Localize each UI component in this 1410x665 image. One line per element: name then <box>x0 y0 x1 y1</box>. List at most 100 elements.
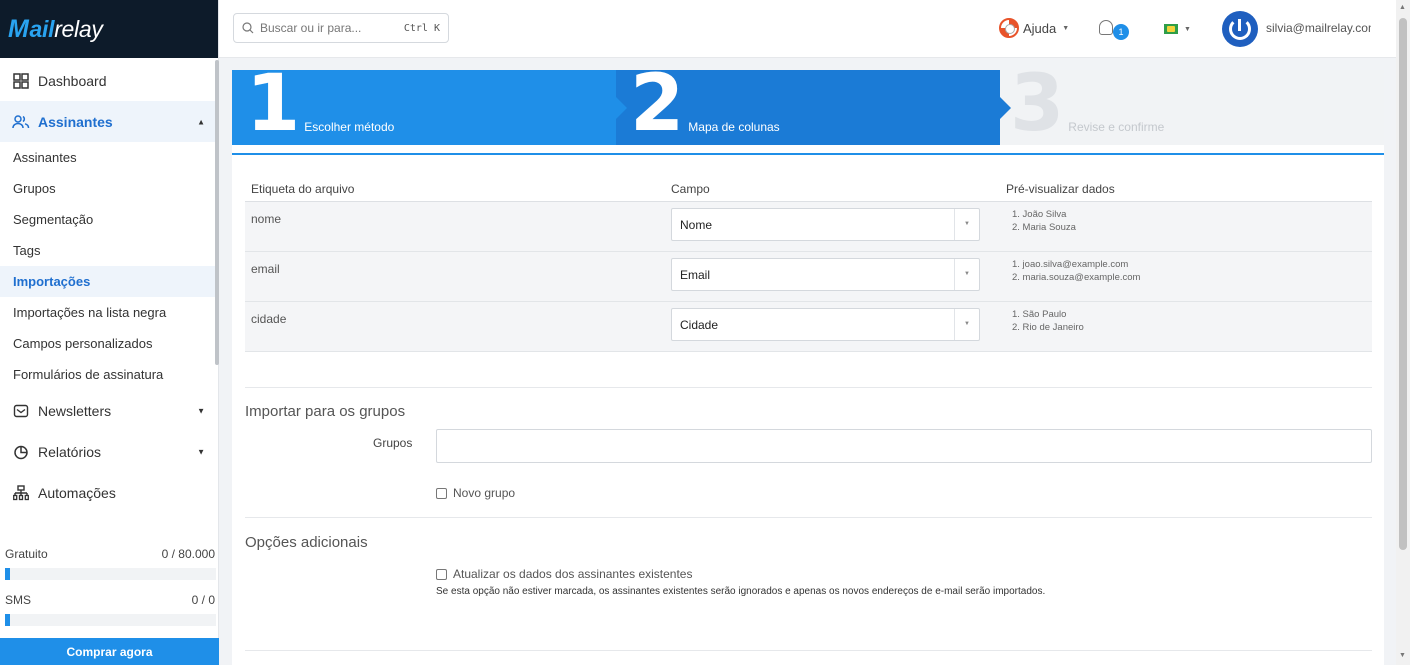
step-column-map[interactable]: 2 Mapa de colunas <box>616 65 1011 145</box>
sidebar-item-label: Relatórios <box>38 443 102 460</box>
wizard-steps: 1 Escolher método 2 Mapa de colunas 3 Re… <box>232 65 1384 145</box>
preview-line: 2. Rio de Janeiro <box>1012 322 1084 333</box>
field-select[interactable]: Nome ▼ <box>671 208 980 241</box>
step-number: 1 <box>246 59 301 149</box>
groups-label: Grupos <box>373 436 413 450</box>
field-select-value: Nome <box>680 217 713 232</box>
chevron-down-icon: ▼ <box>964 271 970 277</box>
plan-usage-bar <box>5 568 216 580</box>
groups-input[interactable] <box>436 429 1372 463</box>
search-input[interactable]: Buscar ou ir para... Ctrl K <box>233 13 449 43</box>
lifebuoy-icon <box>999 18 1019 38</box>
avatar[interactable] <box>1222 11 1258 47</box>
file-label: nome <box>251 212 282 226</box>
sidebar-item-newsletters[interactable]: Newsletters ▼ <box>0 390 218 431</box>
step-number: 3 <box>1010 59 1065 149</box>
logo-m: M <box>8 14 29 43</box>
buy-now-button[interactable]: Comprar agora <box>0 638 219 665</box>
table-row: email Email ▼ 1. joao.silva@example.com … <box>245 252 1372 302</box>
step-label: Revise e confirme <box>1068 120 1165 134</box>
envelope-icon <box>12 402 30 420</box>
field-select-value: Email <box>680 267 711 282</box>
preview-line: 2. maria.souza@example.com <box>1012 272 1141 283</box>
scrollbar-thumb[interactable] <box>1399 18 1407 550</box>
page-scrollbar[interactable]: ▲ ▼ <box>1396 0 1410 665</box>
logo-ail: ail <box>29 15 55 42</box>
plan-usage: 0 / 80.000 <box>161 547 215 561</box>
sidebar-subitem-blacklist-imports[interactable]: Importações na lista negra <box>0 297 218 328</box>
help-label: Ajuda <box>1023 20 1057 36</box>
column-mapping-table: Etiqueta do arquivo Campo Pré-visualizar… <box>245 176 1372 352</box>
search-shortcut: Ctrl K <box>403 22 440 34</box>
help-menu[interactable]: Ajuda ▼ <box>999 18 1069 38</box>
new-group-label: Novo grupo <box>453 486 516 500</box>
table-row: cidade Cidade ▼ 1. São Paulo 2. Rio de J… <box>245 302 1372 352</box>
update-existing-checkbox[interactable]: Atualizar os dados dos assinantes existe… <box>436 567 692 581</box>
sidebar-item-reports[interactable]: Relatórios ▼ <box>0 431 218 472</box>
power-icon-stem <box>1238 19 1241 31</box>
header-preview: Pré-visualizar dados <box>1006 181 1115 196</box>
file-label: email <box>251 262 280 276</box>
language-selector[interactable]: ▼ <box>1164 24 1191 34</box>
sidebar-item-subscribers[interactable]: Assinantes ▲ <box>0 101 218 142</box>
bell-icon <box>1099 20 1113 35</box>
step-label: Mapa de colunas <box>688 120 780 134</box>
sms-row: SMS 0 / 0 <box>0 586 219 614</box>
plan-usage-fill <box>5 568 10 580</box>
step-label: Escolher método <box>304 120 395 134</box>
plan-quota: Gratuito 0 / 80.000 SMS 0 / 0 <box>0 540 219 632</box>
scroll-down-icon[interactable]: ▼ <box>1399 652 1406 659</box>
logo-bar: Mail relay <box>0 0 218 58</box>
search-icon <box>242 22 254 34</box>
mailrelay-logo[interactable]: Mail relay <box>8 15 103 44</box>
chevron-down-icon: ▼ <box>197 447 205 456</box>
checkbox[interactable] <box>436 487 447 499</box>
hierarchy-icon <box>12 484 30 502</box>
dashboard-icon <box>12 72 30 90</box>
divider <box>245 650 1372 651</box>
brazil-flag-icon <box>1164 24 1178 34</box>
sidebar-subitem-signup-forms[interactable]: Formulários de assinatura <box>0 359 218 390</box>
sidebar-item-automations[interactable]: Automações <box>0 472 218 513</box>
additional-options-title: Opções adicionais <box>245 534 368 551</box>
users-icon <box>12 113 30 131</box>
table-row: nome Nome ▼ 1. João Silva 2. Maria Souza <box>245 202 1372 252</box>
user-email[interactable]: silvia@mailrelay.com <box>1266 21 1371 35</box>
sms-label: SMS <box>5 593 32 607</box>
field-select[interactable]: Cidade ▼ <box>671 308 980 341</box>
sidebar-subitem-tags[interactable]: Tags <box>0 235 218 266</box>
sidebar-subitem-groups[interactable]: Grupos <box>0 173 218 204</box>
scroll-up-icon[interactable]: ▲ <box>1399 4 1406 11</box>
sidebar-item-label: Automações <box>38 484 116 501</box>
sidebar-item-dashboard[interactable]: Dashboard <box>0 60 218 101</box>
chevron-down-icon: ▼ <box>1184 25 1191 33</box>
new-group-checkbox[interactable]: Novo grupo <box>436 486 515 500</box>
field-select[interactable]: Email ▼ <box>671 258 980 291</box>
sidebar-subitem-subscribers[interactable]: Assinantes <box>0 142 218 173</box>
divider <box>245 517 1372 518</box>
pie-chart-icon <box>12 443 30 461</box>
checkbox[interactable] <box>436 568 447 580</box>
sidebar-scrollbar[interactable] <box>215 60 219 365</box>
import-groups-title: Importar para os grupos <box>245 403 406 420</box>
sidebar-subitem-imports[interactable]: Importações <box>0 266 218 297</box>
sidebar-nav: Dashboard Assinantes ▲ Assinantes Grupos… <box>0 58 218 513</box>
notifications-button[interactable]: 1 <box>1099 20 1129 40</box>
plan-label: Gratuito <box>5 547 48 561</box>
preview-data: 1. São Paulo 2. Rio de Janeiro <box>1006 302 1372 351</box>
step-arrow <box>1000 97 1011 119</box>
step-divider <box>232 153 1384 155</box>
step-choose-method[interactable]: 1 Escolher método <box>232 65 627 145</box>
notification-badge: 1 <box>1113 24 1129 40</box>
import-wizard: 1 Escolher método 2 Mapa de colunas 3 Re… <box>232 65 1384 665</box>
table-header: Etiqueta do arquivo Campo Pré-visualizar… <box>245 176 1372 202</box>
field-select-value: Cidade <box>680 317 719 332</box>
sidebar-subitem-segmentation[interactable]: Segmentação <box>0 204 218 235</box>
chevron-down-icon: ▼ <box>197 406 205 415</box>
search-placeholder: Buscar ou ir para... <box>260 21 362 35</box>
sms-usage-fill <box>5 614 10 626</box>
sidebar-subitem-custom-fields[interactable]: Campos personalizados <box>0 328 218 359</box>
step-arrow <box>616 97 627 119</box>
sms-usage-bar <box>5 614 216 626</box>
chevron-up-icon: ▲ <box>197 117 205 126</box>
